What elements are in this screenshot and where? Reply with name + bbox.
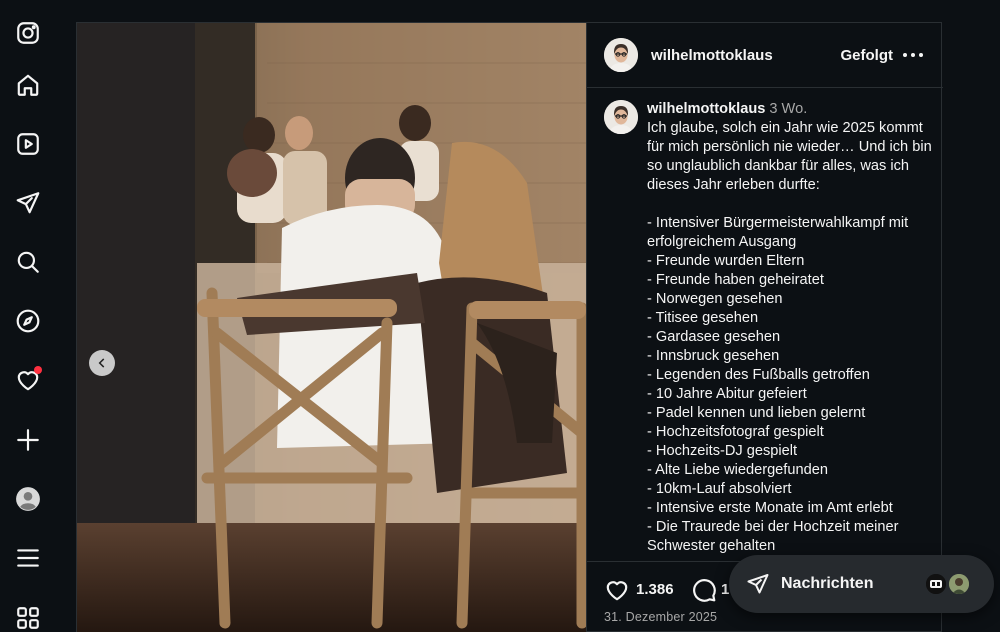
conversation-avatar-1: [924, 572, 948, 596]
home-icon[interactable]: [14, 71, 42, 99]
notification-badge: [34, 366, 42, 374]
menu-icon[interactable]: [14, 544, 42, 572]
messages-button[interactable]: Nachrichten: [729, 555, 994, 613]
post-header: wilhelmottoklaus Gefolgt: [587, 23, 943, 88]
comment-bubble-icon[interactable]: [691, 577, 717, 603]
instagram-logo-icon[interactable]: [14, 19, 42, 47]
caption-author[interactable]: wilhelmottoklaus: [647, 101, 765, 117]
author-username[interactable]: wilhelmottoklaus: [651, 47, 773, 64]
caption-text: Ich glaube, solch ein Jahr wie 2025 komm…: [647, 120, 932, 554]
like-heart-icon[interactable]: [604, 577, 630, 603]
reels-icon[interactable]: [14, 130, 42, 158]
author-avatar[interactable]: [604, 38, 638, 72]
search-icon[interactable]: [14, 248, 42, 276]
post-date: 31. Dezember 2025: [604, 610, 718, 624]
post-sidebar: wilhelmottoklaus Gefolgt wilhelmottoklau…: [586, 23, 943, 632]
explore-compass-icon[interactable]: [14, 307, 42, 335]
more-apps-icon[interactable]: [14, 604, 42, 632]
left-nav-rail: [0, 0, 56, 632]
heart-notifications-icon[interactable]: [14, 366, 42, 394]
chevron-left-icon: [98, 358, 105, 368]
more-options-icon[interactable]: [903, 45, 923, 65]
author-avatar-image: [604, 38, 638, 72]
messages-send-icon: [746, 572, 770, 596]
plus-create-icon[interactable]: [14, 426, 42, 454]
caption-avatar-image: [604, 100, 638, 134]
following-button[interactable]: Gefolgt: [841, 47, 894, 64]
messages-label: Nachrichten: [781, 575, 874, 592]
carousel-previous-button[interactable]: [89, 350, 115, 376]
like-count[interactable]: 1.386: [636, 581, 674, 598]
post-caption: wilhelmottoklaus 3 Wo. Ich glaube, solch …: [604, 100, 934, 560]
conversation-avatar-2: [947, 572, 971, 596]
post-image[interactable]: [77, 23, 586, 632]
send-icon[interactable]: [14, 189, 42, 217]
caption-timestamp[interactable]: 3 Wo.: [769, 101, 807, 117]
post-dialog: wilhelmottoklaus Gefolgt wilhelmottoklau…: [76, 22, 943, 632]
caption-author-avatar[interactable]: [604, 100, 638, 134]
profile-avatar-icon[interactable]: [14, 485, 42, 513]
post-photo-illustration: [77, 23, 586, 632]
